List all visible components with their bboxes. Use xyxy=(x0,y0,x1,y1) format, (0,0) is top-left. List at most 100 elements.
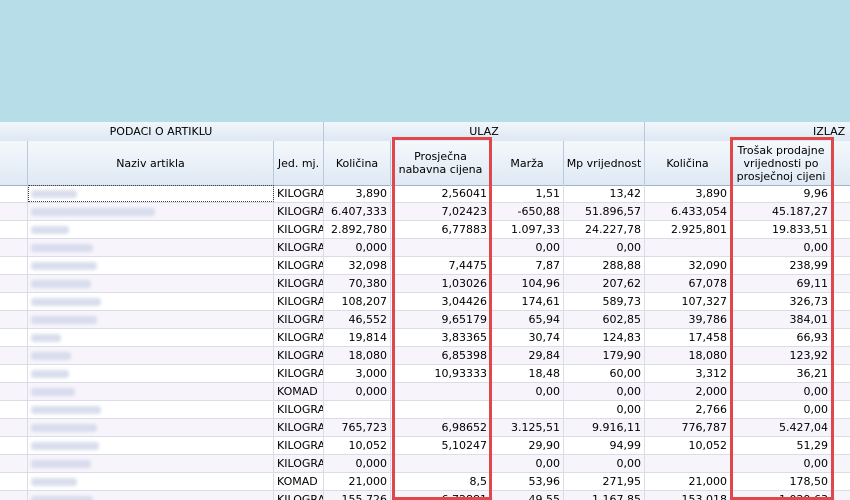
cell-name[interactable] xyxy=(28,203,274,220)
cell-code[interactable] xyxy=(0,365,28,382)
table-row[interactable]: KILOGRA 3,000 10,93333 18,48 60,00 3,312 36,21 xyxy=(0,365,850,383)
table-row[interactable]: KILOGRA 3,890 2,56041 1,51 13,42 3,890 9,96 xyxy=(0,185,850,203)
column-header-avg-cost[interactable]: Prosječna nabavna cijena xyxy=(391,141,491,185)
cell-code[interactable] xyxy=(0,437,28,454)
table-row[interactable]: KOMAD 0,000 0,00 0,00 2,000 0,00 xyxy=(0,383,850,401)
cell-avg-cost[interactable]: 10,93333 xyxy=(391,365,491,382)
cell-avg-cost[interactable] xyxy=(391,455,491,472)
column-header-in-qty[interactable]: Količina xyxy=(324,141,391,185)
column-header-retail-value[interactable]: Mp vrijednost xyxy=(564,141,645,185)
cell-unit[interactable]: KILOGRA xyxy=(274,365,324,382)
cell-out-qty[interactable]: 107,327 xyxy=(645,293,731,310)
cell-margin[interactable]: 18,48 xyxy=(491,365,564,382)
cell-avg-cost[interactable]: 6,85398 xyxy=(391,347,491,364)
cell-retail-value[interactable]: 13,42 xyxy=(564,185,645,202)
cell-name[interactable] xyxy=(28,473,274,490)
cell-cost[interactable]: 0,00 xyxy=(731,455,832,472)
cell-unit[interactable]: KILOGRA xyxy=(274,491,324,500)
cell-avg-cost[interactable]: 7,4475 xyxy=(391,257,491,274)
cell-out-qty[interactable]: 2,766 xyxy=(645,401,731,418)
cell-code[interactable] xyxy=(0,347,28,364)
cell-unit[interactable]: KILOGRA xyxy=(274,455,324,472)
table-row[interactable]: KILOGRA 32,098 7,4475 7,87 288,88 32,090 238,9… xyxy=(0,257,850,275)
table-row[interactable]: KILOGRA 70,380 1,03026 104,96 207,62 67,078 69… xyxy=(0,275,850,293)
cell-code[interactable] xyxy=(0,473,28,490)
cell-cost[interactable]: 0,00 xyxy=(731,383,832,400)
cell-retail-value[interactable]: 9.916,11 xyxy=(564,419,645,436)
cell-avg-cost[interactable]: 9,65179 xyxy=(391,311,491,328)
cell-margin[interactable]: 1.097,33 xyxy=(491,221,564,238)
cell-code[interactable] xyxy=(0,275,28,292)
cell-cost[interactable]: 178,50 xyxy=(731,473,832,490)
cell-cost[interactable]: 36,21 xyxy=(731,365,832,382)
cell-out-qty[interactable]: 2,000 xyxy=(645,383,731,400)
cell-margin[interactable]: 29,90 xyxy=(491,437,564,454)
table-row[interactable]: KILOGRA 18,080 6,85398 29,84 179,90 18,080 123… xyxy=(0,347,850,365)
cell-in-qty[interactable]: 18,080 xyxy=(324,347,391,364)
cell-retail-value[interactable]: 271,95 xyxy=(564,473,645,490)
cell-in-qty[interactable]: 155,726 xyxy=(324,491,391,500)
cell-out-qty[interactable]: 10,052 xyxy=(645,437,731,454)
cell-in-qty[interactable]: 70,380 xyxy=(324,275,391,292)
cell-out-qty[interactable]: 776,787 xyxy=(645,419,731,436)
cell-retail-value[interactable]: 1.167,85 xyxy=(564,491,645,500)
cell-avg-cost[interactable]: 6,72881 xyxy=(391,491,491,500)
table-row[interactable]: KILOGRA 0,000 0,00 0,00 0,00 xyxy=(0,455,850,473)
cell-retail-value[interactable]: 602,85 xyxy=(564,311,645,328)
cell-in-qty[interactable]: 21,000 xyxy=(324,473,391,490)
cell-unit[interactable]: KILOGRA xyxy=(274,275,324,292)
cell-out-qty[interactable]: 32,090 xyxy=(645,257,731,274)
cell-name[interactable] xyxy=(28,347,274,364)
table-row[interactable]: KILOGRA 108,207 3,04426 174,61 589,73 107,327… xyxy=(0,293,850,311)
cell-out-qty[interactable]: 6.433,054 xyxy=(645,203,731,220)
cell-code[interactable] xyxy=(0,455,28,472)
cell-avg-cost[interactable]: 6,98652 xyxy=(391,419,491,436)
cell-code[interactable] xyxy=(0,311,28,328)
cell-avg-cost[interactable]: 8,5 xyxy=(391,473,491,490)
cell-cost[interactable]: 0,00 xyxy=(731,239,832,256)
cell-avg-cost[interactable]: 2,56041 xyxy=(391,185,491,202)
cell-margin[interactable]: 0,00 xyxy=(491,455,564,472)
table-row[interactable]: KILOGRA 6.407,333 7,02423 -650,88 51.896,57 6… xyxy=(0,203,850,221)
cell-avg-cost[interactable] xyxy=(391,383,491,400)
cell-cost[interactable]: 51,29 xyxy=(731,437,832,454)
cell-unit[interactable]: KILOGRA xyxy=(274,329,324,346)
cell-retail-value[interactable]: 179,90 xyxy=(564,347,645,364)
cell-margin[interactable] xyxy=(491,401,564,418)
cell-out-qty[interactable]: 3,312 xyxy=(645,365,731,382)
cell-in-qty[interactable]: 3,000 xyxy=(324,365,391,382)
cell-code[interactable] xyxy=(0,257,28,274)
table-row[interactable]: KILOGRA 19,814 3,83365 30,74 124,83 17,458 66,… xyxy=(0,329,850,347)
cell-unit[interactable]: KILOGRA xyxy=(274,401,324,418)
cell-out-qty[interactable]: 2.925,801 xyxy=(645,221,731,238)
cell-cost[interactable]: 69,11 xyxy=(731,275,832,292)
cell-in-qty[interactable]: 19,814 xyxy=(324,329,391,346)
cell-retail-value[interactable]: 589,73 xyxy=(564,293,645,310)
cell-code[interactable] xyxy=(0,491,28,500)
cell-out-qty[interactable]: 3,890 xyxy=(645,185,731,202)
cell-unit[interactable]: KILOGRA xyxy=(274,347,324,364)
cell-code[interactable] xyxy=(0,401,28,418)
cell-out-qty[interactable]: 17,458 xyxy=(645,329,731,346)
cell-out-qty[interactable] xyxy=(645,455,731,472)
cell-cost[interactable]: 66,93 xyxy=(731,329,832,346)
cell-code[interactable] xyxy=(0,239,28,256)
cell-out-qty[interactable]: 18,080 xyxy=(645,347,731,364)
cell-unit[interactable]: KILOGRA xyxy=(274,203,324,220)
cell-unit[interactable]: KOMAD xyxy=(274,383,324,400)
cell-retail-value[interactable]: 24.227,78 xyxy=(564,221,645,238)
cell-unit[interactable]: KILOGRA xyxy=(274,239,324,256)
cell-margin[interactable]: 49,55 xyxy=(491,491,564,500)
cell-in-qty[interactable]: 0,000 xyxy=(324,239,391,256)
cell-avg-cost[interactable]: 3,83365 xyxy=(391,329,491,346)
cell-name[interactable] xyxy=(28,491,274,500)
cell-unit[interactable]: KILOGRA xyxy=(274,419,324,436)
cell-margin[interactable]: 0,00 xyxy=(491,239,564,256)
cell-out-qty[interactable]: 153,018 xyxy=(645,491,731,500)
cell-name[interactable] xyxy=(28,221,274,238)
cell-unit[interactable]: KILOGRA xyxy=(274,185,324,202)
cell-in-qty[interactable] xyxy=(324,401,391,418)
cell-code[interactable] xyxy=(0,329,28,346)
cell-avg-cost[interactable] xyxy=(391,239,491,256)
cell-in-qty[interactable]: 6.407,333 xyxy=(324,203,391,220)
